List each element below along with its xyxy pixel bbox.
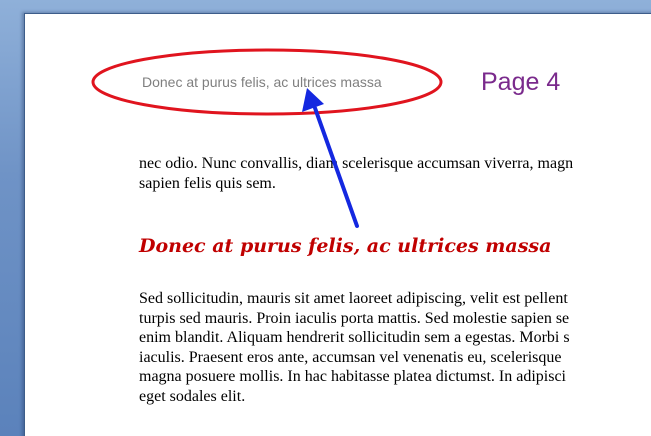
paragraph-line: iaculis. Praesent eros ante, accumsan ve… xyxy=(139,348,562,366)
paragraph-line: eget sodales elit. xyxy=(139,387,246,405)
paragraph-line: turpis sed mauris. Proin iaculis porta m… xyxy=(139,309,570,327)
paragraph-line: Sed sollicitudin, mauris sit amet laoree… xyxy=(139,290,568,307)
paragraph-line: enim blandit. Aliquam hendrerit sollicit… xyxy=(139,329,570,346)
section-heading: Donec at purus felis, ac ultrices massa xyxy=(139,235,552,257)
body-paragraph-1: nec odio. Nunc convallis, diam scelerisq… xyxy=(139,154,573,193)
body-paragraph-2: Sed sollicitudin, mauris sit amet laoree… xyxy=(139,289,570,406)
paragraph-line: magna posuere mollis. In hac habitasse p… xyxy=(139,368,566,385)
page-header-text: Donec at purus felis, ac ultrices massa xyxy=(142,74,382,90)
page-number-annotation: Page 4 xyxy=(481,68,561,96)
paragraph-line: sapien felis quis sem. xyxy=(139,174,276,192)
paragraph-line: nec odio. Nunc convallis, diam scelerisq… xyxy=(139,155,574,172)
